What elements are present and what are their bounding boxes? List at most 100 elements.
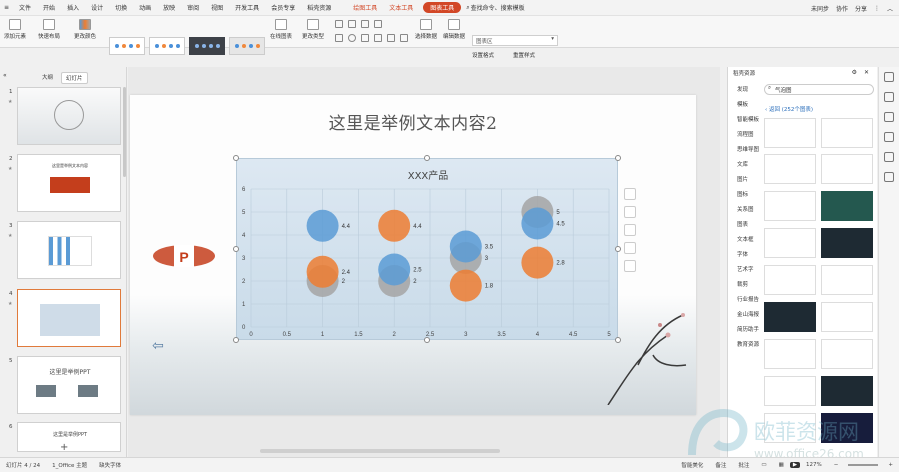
category-item[interactable]: 图标 — [728, 188, 762, 203]
menu-design[interactable]: 设计 — [85, 3, 109, 12]
back-link[interactable]: ‹ 返回 (252个图表) — [765, 105, 813, 113]
menu-slideshow[interactable]: 放映 — [157, 3, 181, 12]
slide-thumbnail[interactable] — [17, 87, 121, 145]
chart-style-3[interactable] — [189, 37, 225, 55]
online-chart-button[interactable]: 在线图表 — [270, 19, 292, 40]
category-item[interactable]: 字体 — [728, 248, 762, 263]
add-slide-icon[interactable]: + — [60, 442, 68, 453]
category-item[interactable]: 行业报告 — [728, 293, 762, 308]
comments-button[interactable]: 批注 — [732, 461, 755, 469]
align-icon[interactable] — [361, 34, 369, 42]
menu-transition[interactable]: 切换 — [109, 3, 133, 12]
template-thumbnail[interactable] — [764, 302, 816, 332]
resize-handle[interactable] — [233, 337, 239, 343]
bubble-point[interactable] — [306, 255, 339, 288]
quick-layout-button[interactable]: 快速布局 — [38, 19, 60, 40]
close-icon[interactable]: ✕ — [864, 69, 869, 76]
horizontal-scrollbar[interactable] — [260, 449, 500, 453]
bubble-point[interactable] — [378, 209, 411, 242]
chart-style-1[interactable] — [109, 37, 145, 55]
template-thumbnail[interactable] — [764, 191, 816, 221]
scrollbar[interactable] — [123, 87, 126, 177]
chart-element-select[interactable]: 图表区 ▾ — [472, 35, 558, 46]
chart-style-brush-icon[interactable] — [624, 206, 636, 218]
category-item[interactable]: 艺术字 — [728, 263, 762, 278]
template-thumbnail[interactable] — [821, 302, 873, 332]
template-thumbnail[interactable] — [764, 265, 816, 295]
menu-drawing-tools[interactable]: 绘图工具 — [347, 3, 383, 12]
shape-outline-icon[interactable] — [348, 34, 356, 42]
bubble-point[interactable] — [521, 246, 554, 279]
command-search[interactable]: 查找命令、搜索模板 — [471, 3, 531, 12]
chart-help-icon[interactable] — [624, 260, 636, 272]
category-item[interactable]: 文库 — [728, 158, 762, 173]
resource-icon[interactable] — [884, 172, 894, 182]
zoom-plus-icon[interactable]: + — [882, 462, 899, 468]
category-item[interactable]: 关系图 — [728, 203, 762, 218]
chart-area[interactable]: XXX产品 0 1 2 3 4 5 6 0 0.5 1 1.5 2 2.5 3 3.5 4 4.5 5 4.4 2.5… — [236, 158, 618, 340]
template-thumbnail[interactable] — [764, 376, 816, 406]
notes-button[interactable]: 备注 — [709, 461, 732, 469]
template-thumbnail[interactable] — [821, 265, 873, 295]
adjust-icon[interactable] — [884, 112, 894, 122]
template-thumbnail[interactable] — [764, 228, 816, 258]
category-item[interactable]: 金山海报 — [728, 308, 762, 323]
theme-name[interactable]: 1_Office 主题 — [46, 461, 93, 469]
menu-insert[interactable]: 插入 — [61, 3, 85, 12]
resize-handle[interactable] — [424, 155, 430, 161]
category-item[interactable]: 文本框 — [728, 233, 762, 248]
set-format-button[interactable]: 设置格式 — [472, 51, 494, 59]
template-thumbnail[interactable] — [764, 154, 816, 184]
zoom-minus-icon[interactable]: − — [828, 462, 845, 468]
smart-beautify-button[interactable]: 智能美化 — [675, 461, 709, 469]
collaborate-button[interactable]: 协作 — [836, 4, 848, 13]
arrow-left-icon[interactable]: ⇦ — [152, 338, 164, 354]
menu-view[interactable]: 视图 — [205, 3, 229, 12]
bubble-point[interactable] — [449, 230, 482, 263]
tab-outline[interactable]: 大纲 — [38, 72, 57, 84]
animation-icon[interactable] — [884, 132, 894, 142]
share-button[interactable]: 分享 — [855, 4, 867, 13]
arrange-icon[interactable] — [400, 34, 408, 42]
change-type-button[interactable]: 更改类型 — [302, 19, 324, 40]
chart-settings-icon[interactable] — [624, 242, 636, 254]
resize-handle[interactable] — [233, 246, 239, 252]
resource-search-input[interactable]: ⌕ 气泡图 — [764, 84, 874, 95]
select-data-button[interactable]: 选择数据 — [415, 19, 437, 40]
collapse-ribbon-icon[interactable]: ︿ — [887, 4, 893, 13]
slide-thumbnail[interactable]: 这里是举例PPT — [17, 356, 121, 414]
category-item[interactable]: 流程图 — [728, 128, 762, 143]
slide-thumbnail[interactable]: 这里是举例文本内容 — [17, 154, 121, 212]
menu-chart-tools[interactable]: 图表工具 — [423, 2, 462, 13]
more-icon[interactable]: ⋮ — [874, 5, 880, 12]
settings-icon[interactable]: ⚙ — [852, 69, 857, 76]
menu-text-tools[interactable]: 文本工具 — [383, 3, 419, 12]
template-thumbnail[interactable] — [764, 118, 816, 148]
category-item[interactable]: 智能模板 — [728, 113, 762, 128]
bubble-point[interactable] — [449, 269, 482, 302]
resize-handle[interactable] — [615, 337, 621, 343]
resize-handle[interactable] — [233, 155, 239, 161]
format-icon-3[interactable] — [361, 20, 369, 28]
rotate-icon[interactable] — [387, 34, 395, 42]
missing-font[interactable]: 缺失字体 — [93, 461, 127, 469]
chart-elements-icon[interactable] — [624, 188, 636, 200]
category-item[interactable]: 模板 — [728, 98, 762, 113]
template-thumbnail[interactable] — [821, 118, 873, 148]
template-thumbnail[interactable] — [821, 376, 873, 406]
category-item[interactable]: 简历助手 — [728, 323, 762, 338]
bubble-point[interactable] — [378, 253, 411, 286]
chart-style-2[interactable] — [149, 37, 185, 55]
category-item[interactable]: 裁剪 — [728, 278, 762, 293]
zoom-slider[interactable] — [848, 464, 879, 466]
template-thumbnail[interactable] — [821, 191, 873, 221]
category-item[interactable]: 发现 — [728, 83, 762, 98]
tools-icon[interactable] — [884, 152, 894, 162]
slide-thumbnail[interactable]: 这里是举例PPT — [17, 422, 121, 452]
reset-style-button[interactable]: 重置样式 — [513, 51, 535, 59]
edit-data-button[interactable]: 编辑数据 — [443, 19, 465, 40]
group-icon[interactable] — [374, 34, 382, 42]
change-color-button[interactable]: 更改颜色 — [74, 19, 96, 40]
collapse-pane-icon[interactable]: « — [3, 72, 7, 79]
expand-icon[interactable] — [884, 72, 894, 82]
